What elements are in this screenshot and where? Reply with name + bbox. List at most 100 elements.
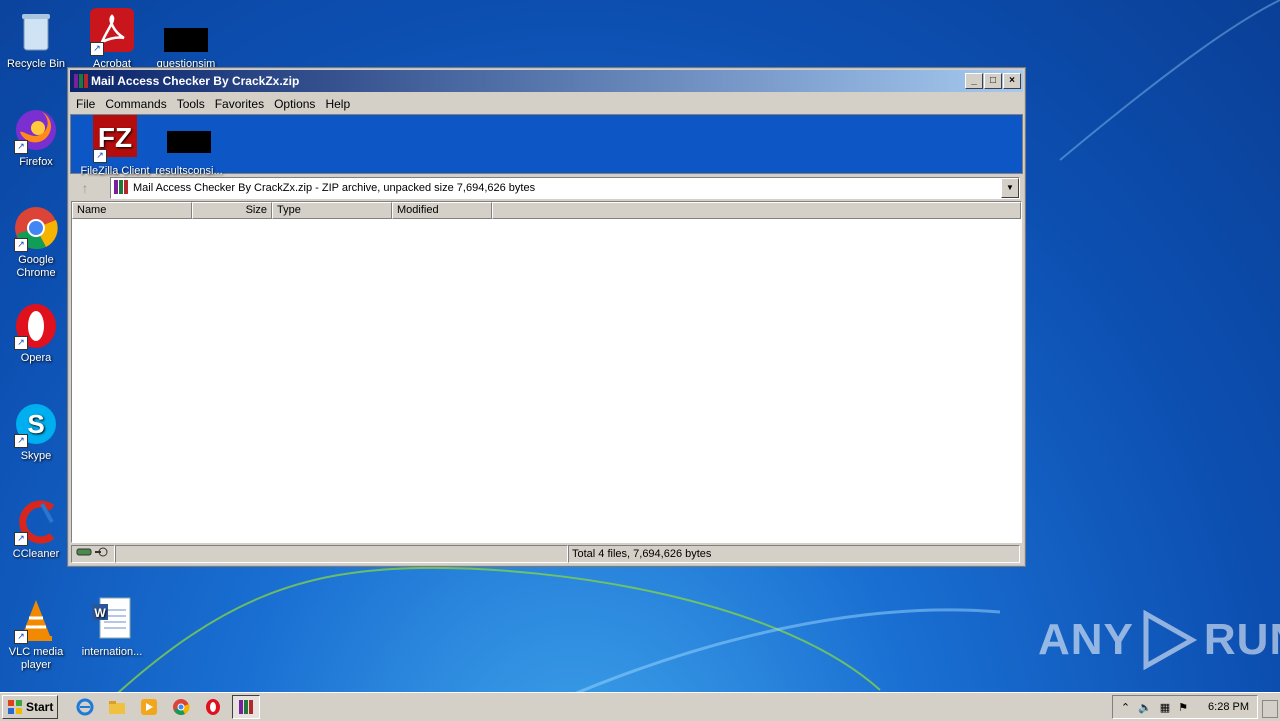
desktop-icon-opera[interactable]: ↗ Opera [0,302,72,365]
window-titlebar[interactable]: Mail Access Checker By CrackZx.zip _ □ × [70,70,1023,92]
desktop-icon-chrome[interactable]: ↗ Google Chrome [0,204,72,280]
desktop-icon-acrobat[interactable]: ↗ Acrobat [76,8,148,71]
taskbar-winrar[interactable] [232,695,261,719]
ccleaner-icon: ↗ [12,498,60,546]
menu-commands[interactable]: Commands [100,97,171,111]
menu-help[interactable]: Help [320,97,355,111]
recycle-bin-icon [12,8,60,56]
column-type[interactable]: Type [272,202,392,219]
address-bar: ↑ Mail Access Checker By CrackZx.zip - Z… [70,176,1023,200]
taskbar-opera[interactable] [200,696,226,718]
address-combo[interactable]: Mail Access Checker By CrackZx.zip - ZIP… [110,177,1020,199]
svg-text:S: S [27,409,44,439]
action-center-flag-icon[interactable]: ⚑ [1178,701,1188,714]
winrar-icon [239,700,254,714]
file-icon [162,8,210,56]
desktop-icon-label: VLC media player [8,646,64,671]
network-icon[interactable]: ▦ [1160,701,1170,714]
maximize-button[interactable]: □ [984,73,1002,89]
desktop-icon-skype[interactable]: S ↗ Skype [0,400,72,463]
volume-icon[interactable]: 🔈 [1138,701,1152,714]
vlc-icon: ↗ [12,596,60,644]
desktop-icon-ccleaner[interactable]: ↗ CCleaner [0,498,72,561]
status-total: Total 4 files, 7,694,626 bytes [568,545,1020,563]
desktop-icon-international[interactable]: W internation... [76,596,148,659]
start-label: Start [26,700,54,714]
desktop-icon-label: Firefox [19,156,53,168]
menu-options[interactable]: Options [269,97,320,111]
media-player-icon [141,699,158,715]
column-size[interactable]: Size [192,202,272,219]
desktop-icon-recycle-bin[interactable]: Recycle Bin [0,8,72,71]
shortcut-arrow-icon: ↗ [90,42,104,56]
window-title: Mail Access Checker By CrackZx.zip [91,74,300,88]
status-bar: Total 4 files, 7,694,626 bytes [71,545,1020,563]
desktop-icon-vlc[interactable]: ↗ VLC media player [0,596,72,672]
taskbar-media-player[interactable] [136,696,162,718]
opera-icon [206,699,221,715]
shortcut-arrow-icon: ↗ [14,434,28,448]
shortcut-arrow-icon: ↗ [93,149,107,163]
word-document-icon: W [88,596,136,644]
status-empty [115,545,568,563]
folder-icon [109,701,126,714]
play-icon [1143,610,1197,670]
desktop-icon-label: Recycle Bin [6,58,66,70]
menu-file[interactable]: File [71,97,100,111]
skype-icon: S ↗ [12,400,60,448]
windows-logo-icon [8,700,22,714]
winrar-icon [73,73,89,89]
chrome-icon [173,699,190,715]
column-modified[interactable]: Modified [392,202,492,219]
overlay-icon-filezilla[interactable]: FZ ↗ FileZilla Client [79,115,151,178]
taskbar-chrome[interactable] [168,696,194,718]
watermark-right: RUN [1203,615,1280,664]
winrar-icon [113,179,129,198]
desktop-icon-label: Opera [20,352,52,364]
desktop-icon-label: Google Chrome [16,254,56,279]
shortcut-arrow-icon: ↗ [14,336,28,350]
column-filler [492,202,1021,219]
taskbar-explorer[interactable] [104,696,130,718]
system-tray: ⌃ 🔈 ▦ ⚑ 6:28 PM [1111,695,1258,719]
close-button[interactable]: × [1003,73,1021,89]
chrome-icon: ↗ [12,204,60,252]
internet-explorer-icon [76,698,94,716]
taskbar: Start ⌃ 🔈 ▦ ⚑ 6:28 PM [0,692,1280,721]
archive-window[interactable]: Mail Access Checker By CrackZx.zip _ □ ×… [67,67,1026,567]
show-hidden-icons-icon[interactable]: ⌃ [1121,701,1130,714]
overlay-icon-label: resultsconsi... [155,165,223,177]
minimize-button[interactable]: _ [965,73,983,89]
file-icon [165,115,213,163]
anyrun-watermark: ANY RUN [1038,610,1280,670]
overlay-icon-resultsconsi[interactable]: resultsconsi... [153,115,225,178]
firefox-icon: ↗ [12,106,60,154]
file-list[interactable]: Name Size Type Modified [71,201,1022,543]
shortcut-arrow-icon: ↗ [14,630,28,644]
desktop-icon-label: Skype [20,450,52,462]
status-icons [71,545,115,563]
start-button[interactable]: Start [2,695,59,719]
filezilla-icon: FZ ↗ [91,115,139,163]
desktop-icon-firefox[interactable]: ↗ Firefox [0,106,72,169]
address-text: Mail Access Checker By CrackZx.zip - ZIP… [133,182,536,194]
menu-bar: File Commands Tools Favorites Options He… [68,94,1025,114]
desktop-icon-label: CCleaner [12,548,60,560]
svg-text:W: W [94,606,106,620]
shortcut-arrow-icon: ↗ [14,238,28,252]
clock[interactable]: 6:28 PM [1208,701,1249,713]
file-list-header: Name Size Type Modified [72,202,1021,219]
show-desktop-button[interactable] [1262,700,1278,718]
toolbar-area: FZ ↗ FileZilla Client resultsconsi... [70,114,1023,177]
up-folder-button[interactable]: ↑ [70,177,100,199]
menu-favorites[interactable]: Favorites [210,97,269,111]
dropdown-arrow-icon[interactable]: ▼ [1001,178,1019,198]
desktop-icon-questionsim[interactable]: questionsim [150,8,222,71]
taskbar-ie[interactable] [72,696,98,718]
watermark-left: ANY [1038,615,1134,664]
column-name[interactable]: Name [72,202,192,219]
opera-icon: ↗ [12,302,60,350]
overlay-icon-label: FileZilla Client [80,165,150,177]
menu-tools[interactable]: Tools [172,97,210,111]
shortcut-arrow-icon: ↗ [14,532,28,546]
